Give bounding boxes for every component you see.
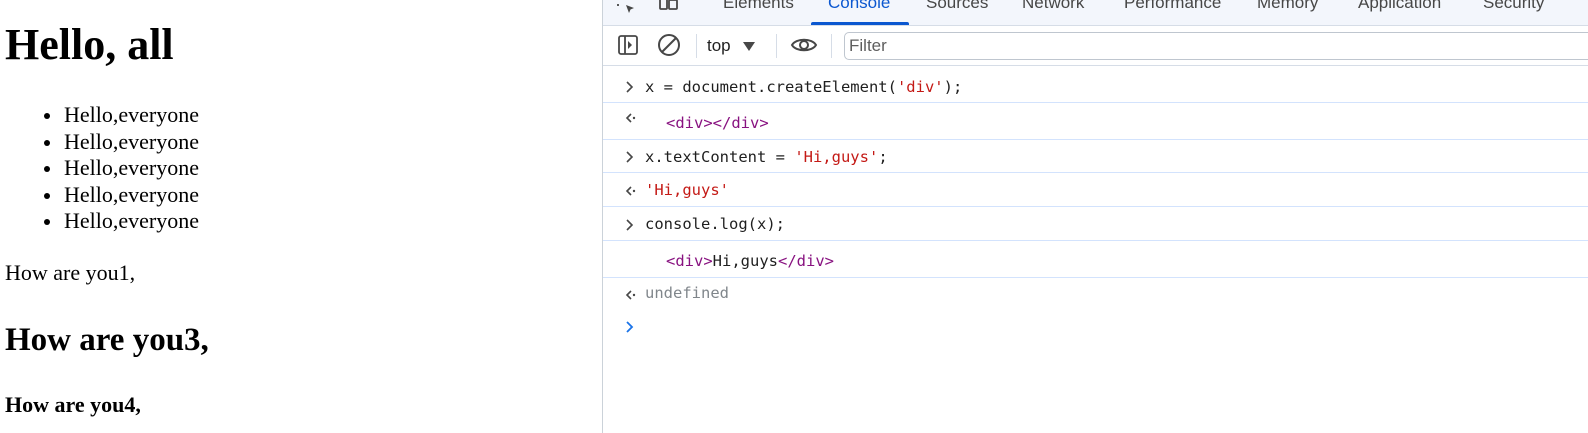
- prompt-chevron-icon: [626, 219, 634, 231]
- prompt-chevron-icon: [626, 81, 634, 93]
- toolbar-separator: [776, 34, 777, 58]
- device-toolbar-icon[interactable]: [657, 0, 679, 16]
- page-paragraph: How are you1,: [5, 260, 136, 285]
- console-input-row: console.log(x);: [603, 207, 1588, 241]
- result-arrow-icon: [625, 113, 636, 123]
- tab-application[interactable]: Application: [1358, 0, 1441, 13]
- prompt-chevron-icon: [626, 321, 634, 333]
- console-toolbar: top: [603, 26, 1588, 66]
- devtools-panel: Elements Console Sources Network Perform…: [602, 0, 1588, 433]
- toolbar-separator: [696, 34, 697, 58]
- filter-input[interactable]: [844, 32, 1588, 60]
- page-subheading: How are you3,: [5, 322, 209, 358]
- result-arrow-icon: [625, 290, 636, 300]
- tab-network[interactable]: Network: [1022, 0, 1084, 13]
- console-command: x = document.createElement('div');: [645, 78, 963, 96]
- console-result-row: <div></div>: [603, 103, 1588, 140]
- hello-list: Hello,everyone Hello,everyone Hello,ever…: [0, 102, 199, 235]
- console-log-row: <div>Hi,guys</div>: [603, 241, 1588, 278]
- prompt-chevron-icon: [626, 151, 634, 163]
- devtools-tab-bar: Elements Console Sources Network Perform…: [603, 0, 1588, 26]
- result-element[interactable]: <div></div>: [666, 114, 769, 132]
- active-tab-indicator: [811, 22, 909, 25]
- tab-memory[interactable]: Memory: [1257, 0, 1318, 13]
- context-selector[interactable]: top: [707, 35, 755, 57]
- console-input-row: x.textContent = 'Hi,guys';: [603, 140, 1588, 173]
- page-viewport: Hello, all Hello,everyone Hello,everyone…: [0, 0, 602, 433]
- result-string: 'Hi,guys': [645, 181, 729, 199]
- tab-security[interactable]: Security: [1483, 0, 1544, 13]
- tab-performance[interactable]: Performance: [1124, 0, 1221, 13]
- chevron-down-icon: [742, 41, 755, 51]
- console-command: console.log(x);: [645, 215, 785, 233]
- tab-console[interactable]: Console: [828, 0, 890, 13]
- tab-sources[interactable]: Sources: [926, 0, 988, 13]
- console-result-row: 'Hi,guys': [603, 173, 1588, 207]
- toolbar-separator: [831, 34, 832, 58]
- list-item: Hello,everyone: [0, 182, 199, 209]
- list-item: Hello,everyone: [0, 208, 199, 235]
- list-item: Hello,everyone: [0, 155, 199, 182]
- result-arrow-icon: [625, 186, 636, 196]
- page-small-heading: How are you4,: [5, 392, 141, 417]
- clear-console-icon[interactable]: [657, 33, 681, 57]
- context-label: top: [707, 36, 731, 55]
- console-result-row: undefined: [603, 278, 1588, 310]
- page-heading: Hello, all: [5, 20, 174, 69]
- list-item: Hello,everyone: [0, 129, 199, 156]
- list-item: Hello,everyone: [0, 102, 199, 129]
- sidebar-toggle-icon[interactable]: [617, 34, 639, 56]
- console-input-row: x = document.createElement('div');: [603, 66, 1588, 103]
- console-command: x.textContent = 'Hi,guys';: [645, 148, 888, 166]
- console-prompt[interactable]: [603, 310, 1588, 340]
- live-expression-eye-icon[interactable]: [790, 35, 818, 55]
- log-element[interactable]: <div>Hi,guys</div>: [666, 252, 834, 270]
- inspect-element-icon[interactable]: [615, 0, 637, 16]
- tab-elements[interactable]: Elements: [723, 0, 794, 13]
- result-undefined: undefined: [645, 284, 729, 302]
